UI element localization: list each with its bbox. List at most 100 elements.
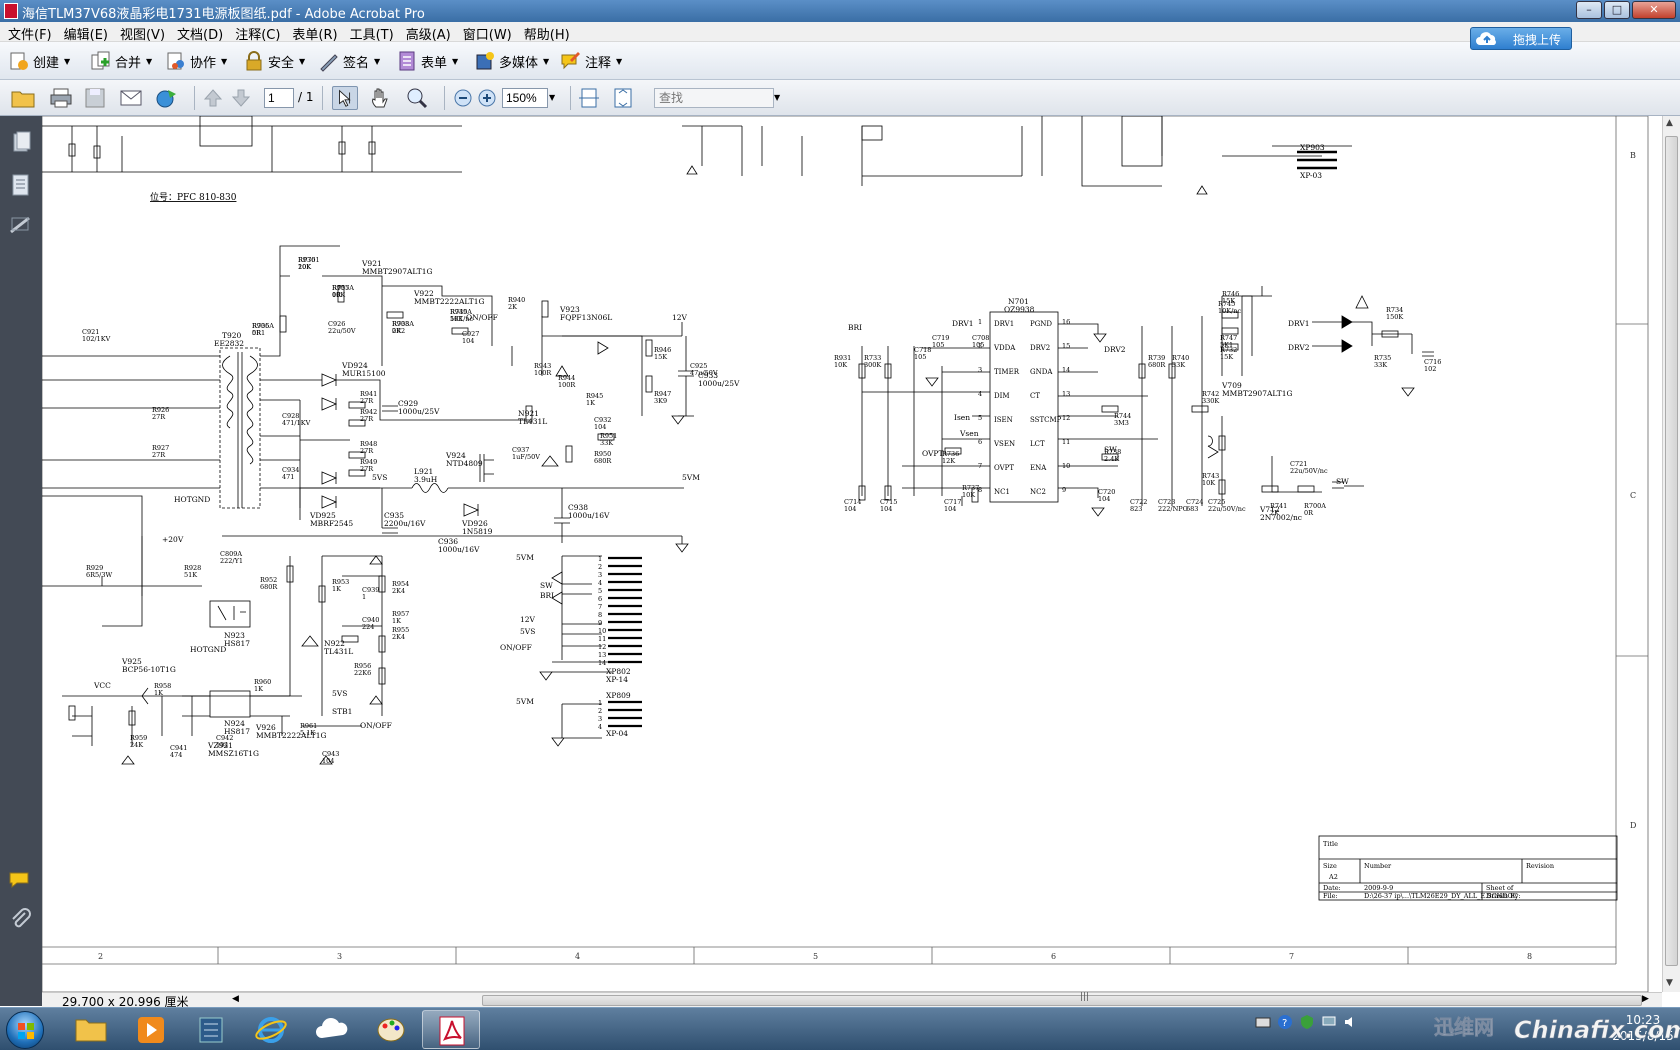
title-block-size: Size	[1323, 862, 1337, 870]
menu-advanced[interactable]: 高级(A)	[402, 22, 459, 43]
taskbar-ie[interactable]	[242, 1010, 300, 1049]
print-icon[interactable]	[48, 86, 74, 110]
oz9938-pin-name: ENA	[1030, 464, 1047, 472]
close-button[interactable]: ✕	[1632, 1, 1676, 19]
c938-value: 1000u/16V	[568, 511, 610, 520]
create-button[interactable]: 创建 ▼	[8, 48, 70, 74]
acrobat-app-icon[interactable]	[4, 3, 18, 19]
taskbar-media-player[interactable]	[122, 1010, 180, 1049]
resistor-value: 2K	[508, 303, 517, 311]
attachments-panel-icon[interactable]	[8, 172, 34, 198]
save-icon[interactable]	[82, 86, 108, 110]
previous-page-icon[interactable]	[200, 86, 226, 110]
taskbar-acrobat[interactable]	[422, 1010, 480, 1049]
comment-button[interactable]: 注释 ▼	[560, 48, 622, 74]
connector-pin-number: 7	[598, 603, 602, 611]
sign-button[interactable]: 签名 ▼	[318, 48, 380, 74]
capacitor-value: 222/Y1	[220, 557, 243, 565]
find-dropdown-icon[interactable]: ▼	[774, 93, 780, 102]
taskbar-cloud-upload[interactable]	[302, 1010, 360, 1049]
security-shield-icon[interactable]	[1299, 1014, 1315, 1030]
capacitor-value: 105	[972, 341, 984, 349]
collaborate-label: 协作	[190, 55, 217, 71]
vertical-scroll-thumb[interactable]	[1665, 136, 1678, 966]
resistor-value: 3M3	[1114, 419, 1129, 427]
pages-panel-icon[interactable]	[8, 130, 34, 156]
maximize-button[interactable]: □	[1604, 1, 1630, 19]
minimize-button[interactable]: –	[1576, 1, 1602, 19]
hand-tool-icon[interactable]	[368, 86, 394, 110]
find-input[interactable]	[654, 88, 774, 108]
comments-panel-icon[interactable]	[8, 868, 34, 894]
horizontal-scroll-thumb[interactable]	[482, 995, 1642, 1006]
fit-page-icon[interactable]	[610, 86, 636, 110]
resistor-value: 0R	[252, 329, 262, 337]
v923-part: FQPF13N06L	[560, 313, 612, 322]
start-button[interactable]	[6, 1011, 44, 1049]
zoom-dropdown-icon[interactable]: ▼	[549, 93, 555, 102]
scroll-right-arrow-icon[interactable]: ▶	[1642, 994, 1649, 1004]
zoom-tool-icon[interactable]	[404, 86, 430, 110]
select-text-cursor-icon[interactable]	[332, 86, 358, 110]
attachment-clip-icon[interactable]	[8, 906, 34, 932]
menu-document[interactable]: 文档(D)	[173, 22, 231, 43]
keyboard-icon[interactable]	[1255, 1014, 1271, 1030]
taskbar-paint[interactable]	[362, 1010, 420, 1049]
email-icon[interactable]	[118, 86, 144, 110]
volume-icon[interactable]	[1343, 1014, 1359, 1030]
page-number-input[interactable]	[264, 88, 294, 108]
security-button[interactable]: 安全 ▼	[243, 48, 305, 74]
zoom-level-input[interactable]	[502, 88, 548, 108]
menu-view[interactable]: 视图(V)	[116, 22, 173, 43]
capacitor-value: 1uF/50V	[512, 453, 540, 461]
border-row-label: B	[1630, 151, 1636, 160]
collaborate-button[interactable]: 协作 ▼	[165, 48, 227, 74]
menu-comments[interactable]: 注释(C)	[231, 22, 288, 43]
net-bri-label: BRI	[848, 323, 862, 332]
l921-value: 3.9uH	[414, 475, 438, 484]
signatures-panel-icon[interactable]	[8, 212, 34, 238]
forms-button[interactable]: 表单 ▼	[396, 48, 458, 74]
connector-pin-number: 14	[598, 659, 606, 667]
zoom-in-icon[interactable]	[474, 86, 500, 110]
title-block-number: Number	[1364, 862, 1392, 870]
capacitor-value: 102/1KV	[82, 335, 111, 343]
menu-forms[interactable]: 表单(R)	[288, 22, 345, 43]
oz9938-pin-name: NC2	[1030, 488, 1046, 496]
drag-upload-button[interactable]: 拖拽上传	[1470, 27, 1572, 50]
resistor-value: 27R	[360, 397, 374, 405]
menu-edit[interactable]: 编辑(E)	[60, 22, 116, 43]
toolbar-separator	[570, 86, 571, 110]
document-view[interactable]: 2 3 4 5 6 7 8 B C D 位号：PFC 810-830 XP903…	[42, 116, 1662, 992]
schematic-page: 2 3 4 5 6 7 8 B C D 位号：PFC 810-830 XP903…	[42, 116, 1649, 992]
share-globe-icon[interactable]	[154, 86, 180, 110]
zoom-out-icon[interactable]	[450, 86, 476, 110]
menu-help[interactable]: 帮助(H)	[520, 22, 578, 43]
fit-width-icon[interactable]	[576, 86, 602, 110]
scroll-grip-icon: |||	[1080, 992, 1090, 1002]
combine-button[interactable]: 合并 ▼	[90, 48, 152, 74]
network-icon[interactable]	[1321, 1014, 1337, 1030]
open-folder-icon[interactable]	[10, 86, 36, 110]
horizontal-scrollbar[interactable]: ◀ ||| ▶	[232, 992, 1652, 1007]
c929-value: 1000u/25V	[398, 407, 440, 416]
resistor-value: 33K	[600, 439, 613, 447]
next-page-icon[interactable]	[228, 86, 254, 110]
help-icon[interactable]: ?	[1277, 1014, 1293, 1030]
multimedia-button[interactable]: 多媒体 ▼	[474, 48, 549, 74]
vertical-scrollbar[interactable]: ▲ ▼	[1662, 116, 1680, 992]
oz9938-pin-number: 9	[1062, 486, 1066, 494]
menu-window[interactable]: 窗口(W)	[459, 22, 520, 43]
resistor-value: 1K	[332, 585, 341, 593]
scroll-down-arrow-icon[interactable]: ▼	[1666, 978, 1673, 988]
net-onoff-label: ON/OFF	[360, 721, 392, 730]
taskbar-explorer[interactable]	[62, 1010, 120, 1049]
hotgnd-label: HOTGND	[190, 645, 226, 654]
capacitor-value: 104	[322, 757, 334, 765]
taskbar-panel[interactable]	[182, 1010, 240, 1049]
scroll-up-arrow-icon[interactable]: ▲	[1666, 118, 1673, 128]
scroll-left-arrow-icon[interactable]: ◀	[232, 994, 239, 1004]
menu-file[interactable]: 文件(F)	[4, 22, 60, 43]
oz9938-pin-name: GNDA	[1030, 368, 1053, 376]
menu-tools[interactable]: 工具(T)	[346, 22, 402, 43]
